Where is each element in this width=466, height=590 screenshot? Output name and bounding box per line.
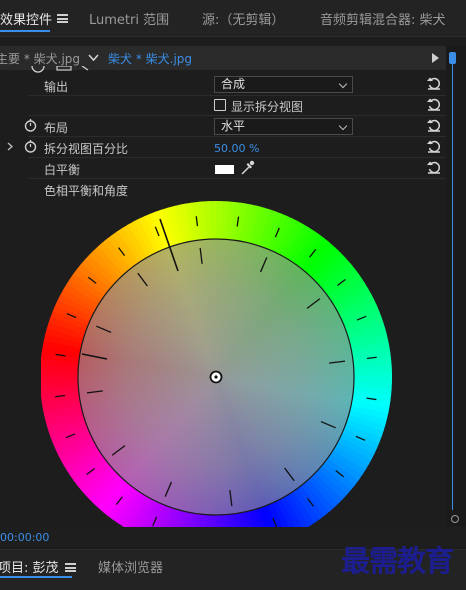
- expand-arrow-icon[interactable]: [7, 142, 13, 151]
- reset-icon[interactable]: [427, 139, 441, 153]
- timecode[interactable]: 00:00:00: [0, 531, 49, 544]
- panel-tab-bar: 效果控件 Lumetri 范围 源:（无剪辑） 音频剪辑混合器: 柴犬: [0, 0, 466, 37]
- reset-icon[interactable]: [427, 118, 441, 132]
- tab-lumetri-scopes[interactable]: Lumetri 范围: [89, 9, 169, 28]
- layout-dropdown[interactable]: 水平: [214, 118, 353, 135]
- hue-balance-label: 色相平衡和角度: [44, 184, 129, 198]
- tab-audio-clip-mixer[interactable]: 音频剪辑混合器: 柴犬: [320, 9, 446, 28]
- output-label: 输出: [44, 80, 69, 94]
- hue-balance-color-wheel[interactable]: [41, 201, 393, 527]
- clipped-property-icons: [31, 66, 89, 73]
- timeline-strip: [446, 46, 466, 526]
- row-divider: [28, 178, 446, 179]
- watermark-text: 最需教育: [341, 544, 454, 578]
- reset-icon[interactable]: [427, 160, 441, 174]
- sequence-clip-label[interactable]: 柴犬 * 柴犬.jpg: [108, 50, 192, 67]
- output-value: 合成: [221, 77, 246, 91]
- split-view-label: 显示拆分视图: [231, 100, 304, 114]
- row-divider: [28, 95, 446, 96]
- tab-project[interactable]: 项目: 彭茂: [0, 557, 59, 576]
- reset-icon[interactable]: [427, 97, 441, 111]
- layout-label: 布局: [44, 121, 69, 135]
- hue-balance-handle-center: [214, 375, 218, 379]
- playhead-marker[interactable]: [449, 52, 456, 64]
- split-percent-value[interactable]: 50.00 %: [214, 142, 259, 155]
- chevron-down-icon[interactable]: [88, 54, 99, 62]
- menu-icon[interactable]: [65, 563, 76, 572]
- playhead-line: [452, 64, 453, 510]
- tab-effect-controls[interactable]: 效果控件: [0, 9, 52, 28]
- layout-value: 水平: [221, 119, 246, 133]
- chevron-down-icon: [338, 121, 348, 131]
- tab-media-browser[interactable]: 媒体浏览器: [98, 557, 163, 576]
- play-arrow-icon[interactable]: [432, 53, 439, 63]
- active-tab-underline: [0, 30, 50, 32]
- split-percent-label: 拆分视图百分比: [44, 142, 129, 156]
- stopwatch-icon[interactable]: [24, 118, 37, 132]
- output-dropdown[interactable]: 合成: [214, 76, 353, 93]
- white-balance-swatch[interactable]: [215, 165, 234, 174]
- white-balance-label: 白平衡: [44, 163, 81, 177]
- tab-source[interactable]: 源:（无剪辑）: [202, 9, 284, 28]
- row-divider: [28, 115, 446, 116]
- menu-icon[interactable]: [57, 14, 68, 23]
- active-bottom-tab-underline: [0, 576, 72, 578]
- split-view-checkbox[interactable]: [214, 99, 226, 111]
- eyedropper-icon[interactable]: [239, 160, 255, 176]
- stopwatch-icon[interactable]: [24, 139, 37, 153]
- row-divider: [28, 136, 446, 137]
- reset-icon[interactable]: [427, 76, 441, 90]
- master-clip-label[interactable]: 主要 * 柴犬.jpg: [0, 50, 80, 67]
- zoom-handle[interactable]: [451, 515, 459, 523]
- chevron-down-icon: [338, 79, 348, 89]
- row-divider: [28, 157, 446, 158]
